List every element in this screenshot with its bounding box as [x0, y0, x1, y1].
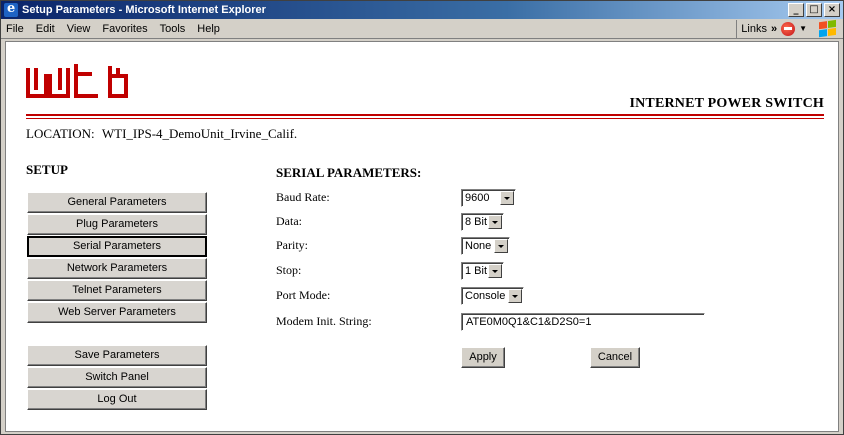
- chevron-down-icon[interactable]: [508, 289, 522, 303]
- stop-value: 1 Bit: [465, 265, 488, 277]
- wti-logo: [26, 64, 128, 98]
- port-mode-label: Port Mode:: [276, 288, 331, 302]
- close-button[interactable]: ×: [824, 3, 840, 17]
- switch-panel-button[interactable]: Switch Panel: [27, 367, 207, 388]
- links-toolbar: Links » ▼: [736, 19, 843, 38]
- menu-file[interactable]: File: [1, 23, 30, 35]
- nav-serial-parameters[interactable]: Serial Parameters: [27, 236, 207, 257]
- data-label: Data:: [276, 214, 302, 228]
- chevron-down-icon[interactable]: [500, 191, 514, 205]
- menu-view[interactable]: View: [61, 23, 97, 35]
- nav-general-parameters[interactable]: General Parameters: [27, 192, 207, 213]
- location-line: LOCATION: WTI_IPS-4_DemoUnit_Irvine_Cali…: [26, 126, 297, 142]
- chevron-down-icon[interactable]: [488, 215, 502, 229]
- cancel-button[interactable]: Cancel: [590, 347, 640, 368]
- save-parameters-button[interactable]: Save Parameters: [27, 345, 207, 366]
- header-rule-top: [26, 114, 824, 116]
- browser-window: Setup Parameters - Microsoft Internet Ex…: [0, 0, 844, 435]
- nav-plug-parameters[interactable]: Plug Parameters: [27, 214, 207, 235]
- links-chevron-icon[interactable]: »: [771, 23, 777, 35]
- menu-bar: File Edit View Favorites Tools Help Link…: [1, 19, 843, 39]
- window-title: Setup Parameters - Microsoft Internet Ex…: [22, 4, 266, 16]
- data-value: 8 Bit: [465, 216, 488, 228]
- parity-value: None: [465, 240, 492, 252]
- header-rule-bottom: [26, 118, 824, 119]
- menu-tools[interactable]: Tools: [154, 23, 192, 35]
- addon-dropdown-icon[interactable]: ▼: [799, 24, 807, 33]
- page-content: INTERNET POWER SWITCH LOCATION: WTI_IPS-…: [5, 41, 839, 432]
- data-select[interactable]: 8 Bit: [461, 213, 504, 231]
- location-value: WTI_IPS-4_DemoUnit_Irvine_Calif.: [101, 126, 298, 141]
- port-mode-value: Console: [465, 290, 506, 302]
- minimize-button[interactable]: _: [788, 3, 804, 17]
- window-controls: _ □ ×: [788, 3, 840, 17]
- links-label[interactable]: Links: [741, 23, 767, 35]
- menu-help[interactable]: Help: [191, 23, 226, 35]
- parity-label: Parity:: [276, 238, 308, 252]
- nav-telnet-parameters[interactable]: Telnet Parameters: [27, 280, 207, 301]
- setup-heading: SETUP: [26, 162, 68, 177]
- log-out-button[interactable]: Log Out: [27, 389, 207, 410]
- internet-explorer-icon: [4, 1, 18, 17]
- baud-rate-select[interactable]: 9600: [461, 189, 516, 207]
- menu-favorites[interactable]: Favorites: [96, 23, 153, 35]
- stop-select[interactable]: 1 Bit: [461, 262, 504, 280]
- menu-edit[interactable]: Edit: [30, 23, 61, 35]
- action-nav: Save Parameters Switch Panel Log Out: [27, 345, 207, 411]
- apply-button[interactable]: Apply: [461, 347, 505, 368]
- toolbar-addon-icon[interactable]: [781, 21, 796, 36]
- stop-label: Stop:: [276, 263, 302, 277]
- windows-logo-icon: [819, 19, 837, 38]
- nav-web-server-parameters[interactable]: Web Server Parameters: [27, 302, 207, 323]
- maximize-button[interactable]: □: [806, 3, 822, 17]
- modem-init-input[interactable]: [461, 313, 705, 331]
- location-label: LOCATION:: [26, 126, 95, 141]
- baud-rate-value: 9600: [465, 192, 490, 204]
- product-title: INTERNET POWER SWITCH: [629, 96, 824, 111]
- port-mode-select[interactable]: Console: [461, 287, 524, 305]
- setup-nav: General Parameters Plug Parameters Seria…: [27, 192, 207, 324]
- serial-parameters-heading: SERIAL PARAMETERS:: [276, 165, 422, 180]
- modem-init-label: Modem Init. String:: [276, 314, 372, 328]
- nav-network-parameters[interactable]: Network Parameters: [27, 258, 207, 279]
- parity-select[interactable]: None: [461, 237, 510, 255]
- chevron-down-icon[interactable]: [494, 239, 508, 253]
- title-bar: Setup Parameters - Microsoft Internet Ex…: [1, 1, 843, 19]
- chevron-down-icon[interactable]: [488, 264, 502, 278]
- baud-rate-label: Baud Rate:: [276, 190, 330, 204]
